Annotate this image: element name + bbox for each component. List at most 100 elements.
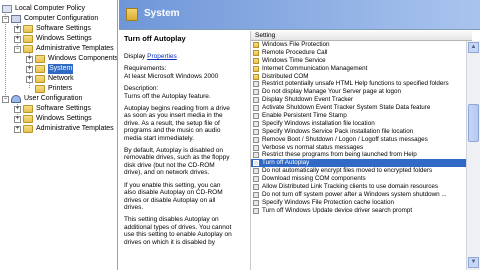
computer-icon [11,15,21,23]
folder-icon [23,125,33,133]
list-item-setting[interactable]: Do not turn off system power after a Win… [251,191,472,199]
list-item-folder[interactable]: Internet Communication Management [251,65,472,73]
scroll-down-arrow-icon[interactable]: ▼ [468,257,479,268]
setting-icon [253,160,259,167]
list-item-folder[interactable]: Distributed COM [251,73,472,81]
description-line: drives on which it is disabled by [124,238,216,246]
folder-icon [35,55,45,63]
list-item-setting[interactable]: Turn off Autoplay [251,159,472,168]
list-item-setting[interactable]: Activate Shutdown Event Tracker System S… [251,104,472,112]
description-line: drives. [124,203,144,211]
description-line: drive. As a result, the setup file of [124,119,220,127]
setting-icon [253,136,259,143]
expand-icon[interactable]: + [14,35,21,43]
description-line: programs and the music on audio [124,127,221,135]
expand-icon[interactable]: + [14,105,21,113]
folder-icon [253,57,259,64]
user-icon [11,95,21,103]
description-line: Autoplay begins reading from a drive [124,105,230,113]
setting-icon [253,199,259,206]
list-item-label: Restrict potentially unsafe HTML Help fu… [262,80,449,88]
tree-item-computer-configuration[interactable]: − Computer Configuration [2,14,98,24]
list-item-setting[interactable]: Enable Persistent Time Stamp [251,112,472,120]
setting-icon [253,81,259,88]
folder-icon [23,45,33,53]
properties-link[interactable]: Properties [147,53,177,60]
column-header-setting[interactable]: Setting [251,31,472,41]
list-item-label: Download missing COM components [262,175,366,183]
list-item-setting[interactable]: Display Shutdown Event Tracker [251,96,472,104]
tree-item-user-software-settings[interactable]: + Software Settings [14,104,91,114]
list-item-label: Turn off Autoplay [262,159,310,167]
expand-icon[interactable]: + [14,125,21,133]
tree-item-system[interactable]: + System [26,64,74,74]
list-item-label: Remote Procedure Call [262,48,328,56]
tree-item-windows-settings[interactable]: + Windows Settings [14,34,92,44]
folder-icon [35,65,45,73]
tree-item-user-configuration[interactable]: − User Configuration [2,94,82,104]
list-item-setting[interactable]: Allow Distributed Link Tracking clients … [251,183,472,191]
list-item-folder[interactable]: Remote Procedure Call [251,49,472,57]
expand-icon[interactable]: + [26,55,33,63]
folder-icon [23,25,33,33]
pane-title: System [144,8,180,19]
expand-icon[interactable]: + [14,115,21,123]
list-item-setting[interactable]: Do not display Manage Your Server page a… [251,88,472,96]
tree-item-software-settings[interactable]: + Software Settings [14,24,91,34]
requirements-value: At least Microsoft Windows 2000 [124,72,219,80]
policy-icon [2,5,12,13]
setting-icon [253,120,259,127]
folder-icon [23,105,33,113]
list-item-label: Activate Shutdown Event Tracker System S… [262,104,431,112]
list-item-label: Specify Windows File Protection cache lo… [262,198,394,206]
tree-item-administrative-templates[interactable]: − Administrative Templates [14,44,114,54]
expand-icon[interactable]: + [26,75,33,83]
list-item-setting[interactable]: Download missing COM components [251,175,472,183]
description-line: also disable Autoplay on CD-ROM [124,189,223,197]
folder-icon [35,75,45,83]
tree-item-network[interactable]: + Network [26,74,74,84]
tree-item-local-computer-policy[interactable]: Local Computer Policy [2,4,85,14]
list-item-setting[interactable]: Do not automatically encrypt files moved… [251,167,472,175]
list-item-label: Turn off Windows Update device driver se… [262,206,413,214]
description-line: removable drives, such as the floppy [124,154,230,162]
tree-item-windows-components[interactable]: + Windows Components [26,54,117,64]
folder-icon [23,115,33,123]
setting-icon [253,128,259,135]
list-item-setting[interactable]: Verbose vs normal status messages [251,144,472,152]
settings-list[interactable]: Setting Windows File Protection Remote Pr… [250,31,472,270]
expand-icon[interactable]: + [26,65,33,73]
tree-item-user-administrative-templates[interactable]: + Administrative Templates [14,124,114,134]
list-item-setting[interactable]: Restrict potentially unsafe HTML Help fu… [251,80,472,88]
collapse-icon[interactable]: − [14,45,21,53]
list-item-setting[interactable]: Turn off Windows Update device driver se… [251,207,472,215]
list-item-label: Do not automatically encrypt files moved… [262,167,433,175]
list-item-setting[interactable]: Remove Boot / Shutdown / Logon / Logoff … [251,136,472,144]
setting-icon [253,89,259,96]
folder-icon [35,85,45,93]
tree-item-user-windows-settings[interactable]: + Windows Settings [14,114,92,124]
vertical-scrollbar[interactable]: ▲ ▼ [466,41,480,270]
description-line: as soon as you insert media in the [124,112,223,120]
list-item-folder[interactable]: Windows File Protection [251,41,472,49]
description-line: use this setting to enable Autoplay on [124,231,232,239]
list-item-setting[interactable]: Restrict these programs from being launc… [251,151,472,159]
expand-icon[interactable]: + [14,25,21,33]
scrollbar-thumb[interactable] [468,104,479,142]
settings-rows: Windows File Protection Remote Procedure … [251,41,472,215]
console-tree[interactable]: Local Computer Policy − Computer Configu… [0,0,118,270]
list-item-folder[interactable]: Windows Time Service [251,57,472,65]
list-item-setting[interactable]: Specify Windows Service Pack installatio… [251,128,472,136]
pane-header: System [119,0,480,30]
scroll-up-arrow-icon[interactable]: ▲ [468,42,479,53]
collapse-icon[interactable]: − [2,95,9,103]
description-line: disk drive (but not the CD-ROM [124,161,215,169]
tree-item-printers[interactable]: Printers [35,84,72,94]
list-item-setting[interactable]: Specify Windows File Protection cache lo… [251,199,472,207]
setting-icon [253,183,259,190]
list-item-setting[interactable]: Specify Windows installation file locati… [251,120,472,128]
list-item-label: Do not display Manage Your Server page a… [262,88,401,96]
collapse-icon[interactable]: − [2,15,9,23]
description-line: additional types of drives. You cannot [124,223,232,231]
description-line: Turns off the Autoplay feature. [124,92,211,100]
